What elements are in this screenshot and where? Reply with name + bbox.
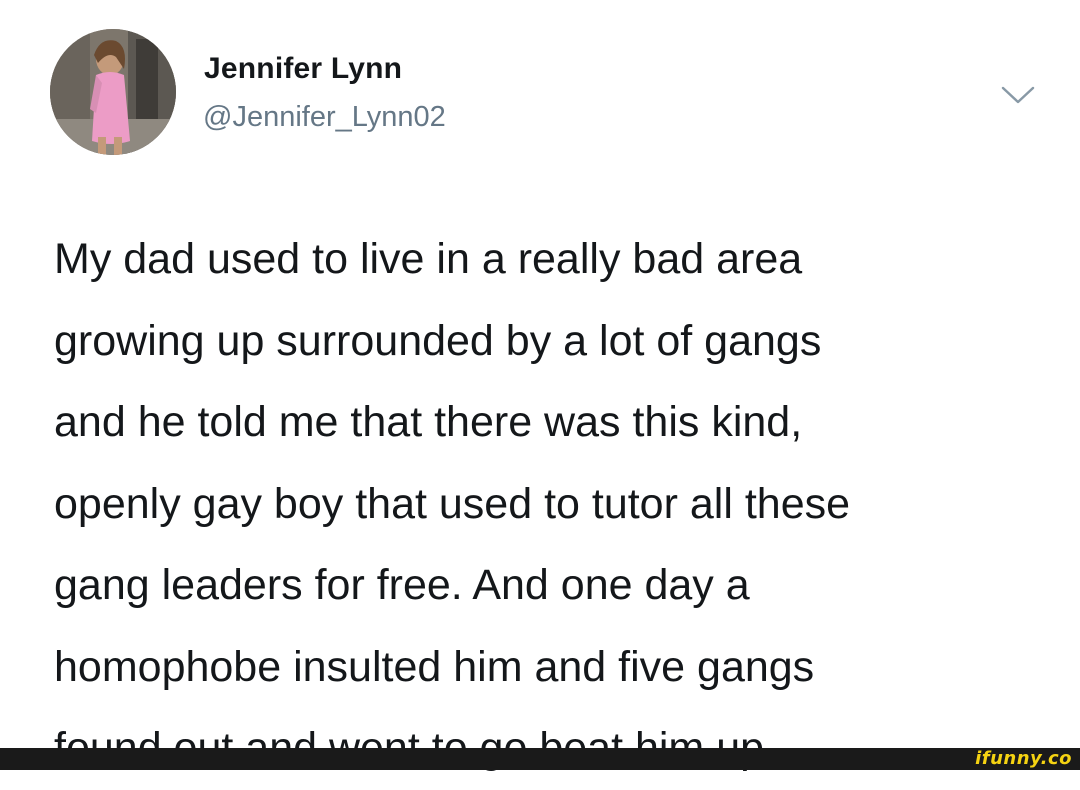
tweet-card: Jennifer Lynn @Jennifer_Lynn02 My dad us… — [0, 0, 1080, 772]
avatar[interactable] — [50, 29, 176, 155]
tweet-text-line: My dad used to live in a really bad area — [54, 235, 803, 283]
profile-photo-icon — [50, 29, 176, 155]
tweet-text: My dad used to live in a really bad area… — [54, 219, 1064, 790]
tweet-text-line: and he told me that there was this kind, — [54, 398, 803, 446]
watermark-bar: ifunny.co — [0, 748, 1080, 770]
tweet-text-line: growing up surrounded by a lot of gangs — [54, 316, 822, 365]
tweet-text-line: homophobe insulted him and five gangs — [54, 642, 815, 691]
tweet-text-line: openly gay boy that used to tutor all th… — [54, 479, 851, 528]
user-handle[interactable]: @Jennifer_Lynn02 — [203, 101, 446, 134]
watermark-logo: ifunny.co — [975, 748, 1072, 769]
tweet-text-line: gang leaders for free. And one day a — [54, 561, 750, 609]
chevron-down-icon[interactable] — [1000, 84, 1036, 106]
display-name[interactable]: Jennifer Lynn — [204, 52, 402, 86]
